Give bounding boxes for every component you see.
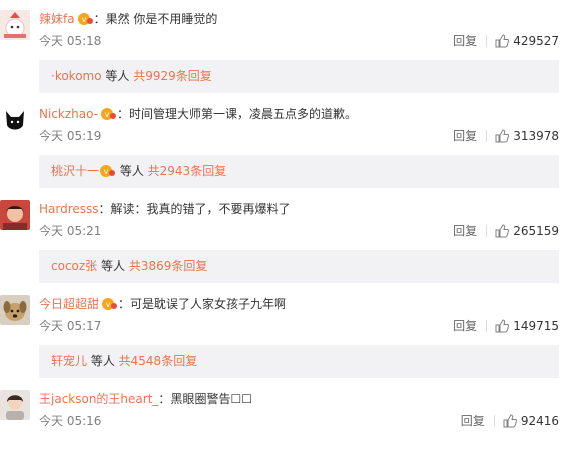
thumbs-up-icon[interactable] bbox=[495, 129, 510, 143]
divider bbox=[486, 225, 488, 237]
comment-item: 辣妹fa v ：果然 你是不用睡觉的 今天 05:18 回复 429527 ·kok… bbox=[0, 0, 571, 95]
comment-item: Nickzhao-v ：时间管理大师第一课，凌晨五点多的道歉。 今天 05:19 … bbox=[0, 95, 571, 190]
reply-count-link[interactable]: 共3869条回复 bbox=[129, 259, 208, 273]
reply-summary-text: 等人 bbox=[116, 164, 148, 178]
reply-summary[interactable]: 轩宠儿 等人 共4548条回复 bbox=[39, 345, 559, 378]
reply-summary-text: 等人 bbox=[87, 354, 119, 368]
avatar[interactable] bbox=[0, 105, 30, 135]
comment-actions: 回复 149715 bbox=[453, 318, 559, 334]
comment-header: 王jackson的王heart_：黑眼圈警告☐☐ bbox=[39, 392, 252, 406]
divider bbox=[486, 320, 488, 332]
reply-user-link[interactable]: 桃沢十一 bbox=[51, 164, 99, 178]
reply-button[interactable]: 回复 bbox=[461, 413, 485, 429]
comment-text: 解读：我真的错了，不要再爆料了 bbox=[110, 202, 291, 216]
crown-badge-icon: v bbox=[99, 158, 116, 191]
comment-meta: 今天 05:17 回复 149715 bbox=[39, 318, 571, 334]
comment-text: 黑眼圈警告☐☐ bbox=[170, 392, 252, 406]
like-count: 92416 bbox=[520, 414, 559, 428]
divider bbox=[486, 35, 488, 47]
reply-user-link[interactable]: cocoz张 bbox=[51, 259, 97, 273]
reply-summary-text: 等人 bbox=[97, 259, 129, 273]
divider bbox=[486, 130, 488, 142]
username-link[interactable]: Hardresss bbox=[39, 202, 99, 216]
username-link[interactable]: 辣妹fa bbox=[39, 12, 75, 26]
reply-summary[interactable]: cocoz张 等人 共3869条回复 bbox=[39, 250, 559, 283]
comment-time: 今天 05:19 bbox=[39, 129, 102, 143]
reply-button[interactable]: 回复 bbox=[453, 33, 477, 49]
comment-text: 时间管理大师第一课，凌晨五点多的道歉。 bbox=[129, 107, 358, 121]
comment-header: 辣妹fa v ：果然 你是不用睡觉的 bbox=[39, 10, 217, 31]
comment-actions: 回复 429527 bbox=[453, 33, 559, 49]
like-count: 265159 bbox=[513, 224, 559, 238]
username-link[interactable]: 今日超超甜 bbox=[39, 297, 99, 311]
divider bbox=[493, 415, 495, 427]
comment-text: 果然 你是不用睡觉的 bbox=[105, 12, 218, 26]
comment-item: 今日超超甜 v ：可是耽误了人家女孩子九年啊 今天 05:17 回复 149715 … bbox=[0, 285, 571, 380]
reply-user-link[interactable]: ·kokomo bbox=[51, 69, 102, 83]
thumbs-up-icon[interactable] bbox=[503, 414, 517, 428]
comment-text: 可是耽误了人家女孩子九年啊 bbox=[130, 297, 287, 311]
like-count: 313978 bbox=[513, 129, 559, 143]
comment-actions: 回复 313978 bbox=[453, 128, 559, 144]
reply-summary[interactable]: 桃沢十一 v 等人 共2943条回复 bbox=[39, 155, 559, 188]
comment-actions: 回复 265159 bbox=[453, 223, 559, 239]
comment-time: 今天 05:17 bbox=[39, 319, 102, 333]
comment-time: 今天 05:16 bbox=[39, 414, 102, 428]
reply-button[interactable]: 回复 bbox=[453, 128, 477, 144]
username-link[interactable]: 王jackson的王heart_ bbox=[39, 392, 158, 406]
comment-time: 今天 05:18 bbox=[39, 34, 102, 48]
thumbs-up-icon[interactable] bbox=[495, 319, 510, 333]
comment-actions: 回复 92416 bbox=[461, 413, 559, 429]
comment-list: 辣妹fa v ：果然 你是不用睡觉的 今天 05:18 回复 429527 ·kok… bbox=[0, 0, 571, 475]
svg-text:v: v bbox=[105, 110, 110, 119]
username-link[interactable]: Nickzhao- bbox=[39, 107, 98, 121]
like-count: 149715 bbox=[513, 319, 559, 333]
comment-meta: 今天 05:21 回复 265159 bbox=[39, 223, 571, 239]
avatar[interactable] bbox=[0, 200, 30, 230]
comment-meta: 今天 05:18 回复 429527 bbox=[39, 33, 571, 49]
reply-button[interactable]: 回复 bbox=[453, 223, 477, 239]
comment-item: 王jackson的王heart_：黑眼圈警告☐☐ 今天 05:16 回复 924… bbox=[0, 380, 571, 475]
avatar[interactable] bbox=[0, 10, 30, 40]
thumbs-up-icon[interactable] bbox=[495, 34, 510, 48]
reply-count-link[interactable]: 共4548条回复 bbox=[119, 354, 198, 368]
comment-meta: 今天 05:16 回复 92416 bbox=[39, 413, 571, 429]
reply-button[interactable]: 回复 bbox=[453, 318, 477, 334]
vip-badge-icon: v bbox=[101, 297, 118, 316]
svg-text:v: v bbox=[106, 300, 111, 309]
comment-header: 今日超超甜 v ：可是耽误了人家女孩子九年啊 bbox=[39, 295, 286, 316]
comment-header: Hardresss：解读：我真的错了，不要再爆料了 bbox=[39, 202, 291, 216]
comment-meta: 今天 05:19 回复 313978 bbox=[39, 128, 571, 144]
comment-item: Hardresss：解读：我真的错了，不要再爆料了 今天 05:21 回复 26… bbox=[0, 190, 571, 285]
avatar[interactable] bbox=[0, 390, 30, 420]
reply-user-link[interactable]: 轩宠儿 bbox=[51, 354, 87, 368]
thumbs-up-icon[interactable] bbox=[495, 224, 510, 238]
like-count: 429527 bbox=[513, 34, 559, 48]
reply-count-link[interactable]: 共2943条回复 bbox=[148, 164, 227, 178]
reply-summary-text: 等人 bbox=[101, 69, 134, 83]
svg-text:v: v bbox=[104, 167, 109, 176]
vip-badge-icon: v bbox=[77, 12, 93, 31]
svg-text:v: v bbox=[81, 15, 86, 24]
vip-badge-icon: v bbox=[100, 107, 117, 126]
reply-count-link[interactable]: 共9929条回复 bbox=[133, 69, 212, 83]
avatar[interactable] bbox=[0, 295, 30, 325]
comment-header: Nickzhao-v ：时间管理大师第一课，凌晨五点多的道歉。 bbox=[39, 105, 357, 126]
comment-time: 今天 05:21 bbox=[39, 224, 102, 238]
reply-summary[interactable]: ·kokomo 等人 共9929条回复 bbox=[39, 60, 559, 93]
